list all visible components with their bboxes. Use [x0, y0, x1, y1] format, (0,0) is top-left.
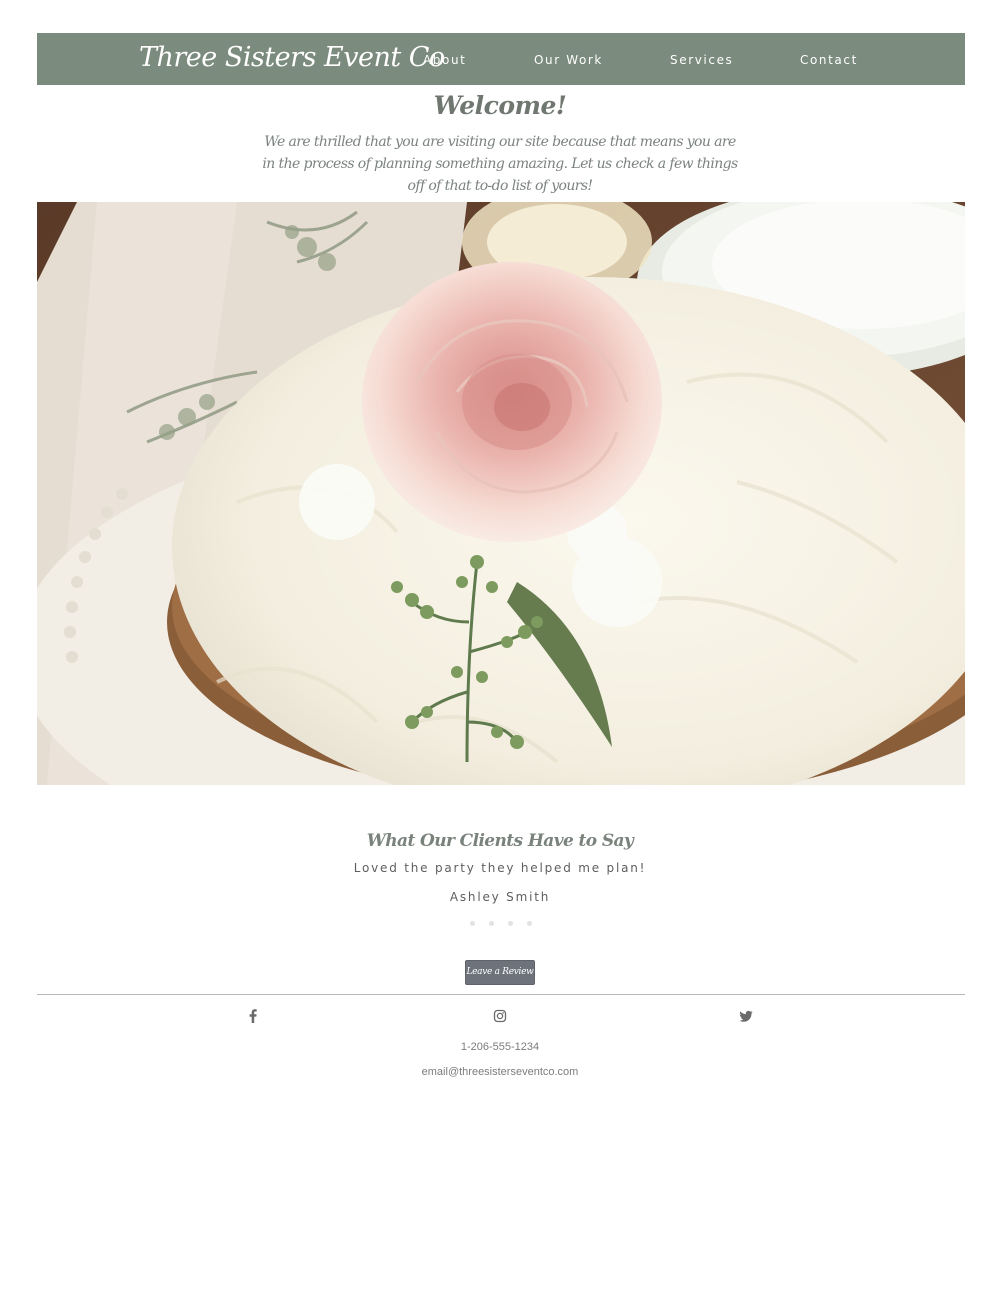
testimonials-heading: What Our Clients Have to Say — [366, 831, 634, 851]
hero-image — [37, 202, 965, 785]
cake-with-rose-illustration — [37, 202, 965, 785]
carousel-dot[interactable] — [508, 921, 513, 926]
nav-link-contact[interactable]: Contact — [800, 51, 858, 69]
testimonial-author: Ashley Smith — [449, 890, 551, 904]
nav-link-about[interactable]: About — [423, 51, 466, 69]
twitter-icon[interactable] — [738, 1008, 754, 1024]
nav-link-services[interactable]: Services — [670, 51, 733, 69]
testimonial-quote: Loved the party they helped me plan! — [353, 861, 647, 875]
contact-phone[interactable]: 1-206-555-1234 — [0, 1041, 1000, 1053]
instagram-icon[interactable] — [492, 1008, 508, 1024]
carousel-dot[interactable] — [470, 921, 475, 926]
welcome-title: Welcome! — [433, 91, 567, 120]
contact-email[interactable]: email@threesisterseventco.com — [0, 1066, 1000, 1078]
brand-logo-link[interactable]: Three Sisters Event Co — [139, 38, 445, 78]
carousel-dots — [470, 921, 532, 927]
nav-link-our-work[interactable]: Our Work — [534, 51, 603, 69]
carousel-dot[interactable] — [527, 921, 532, 926]
top-navbar: Three Sisters Event Co About Our Work Se… — [37, 33, 965, 85]
leave-review-button[interactable]: Leave a Review — [465, 960, 535, 985]
footer-divider — [37, 994, 965, 995]
facebook-icon[interactable] — [245, 1008, 261, 1024]
welcome-text: We are thrilled that you are visiting ou… — [262, 134, 738, 194]
carousel-dot[interactable] — [489, 921, 494, 926]
